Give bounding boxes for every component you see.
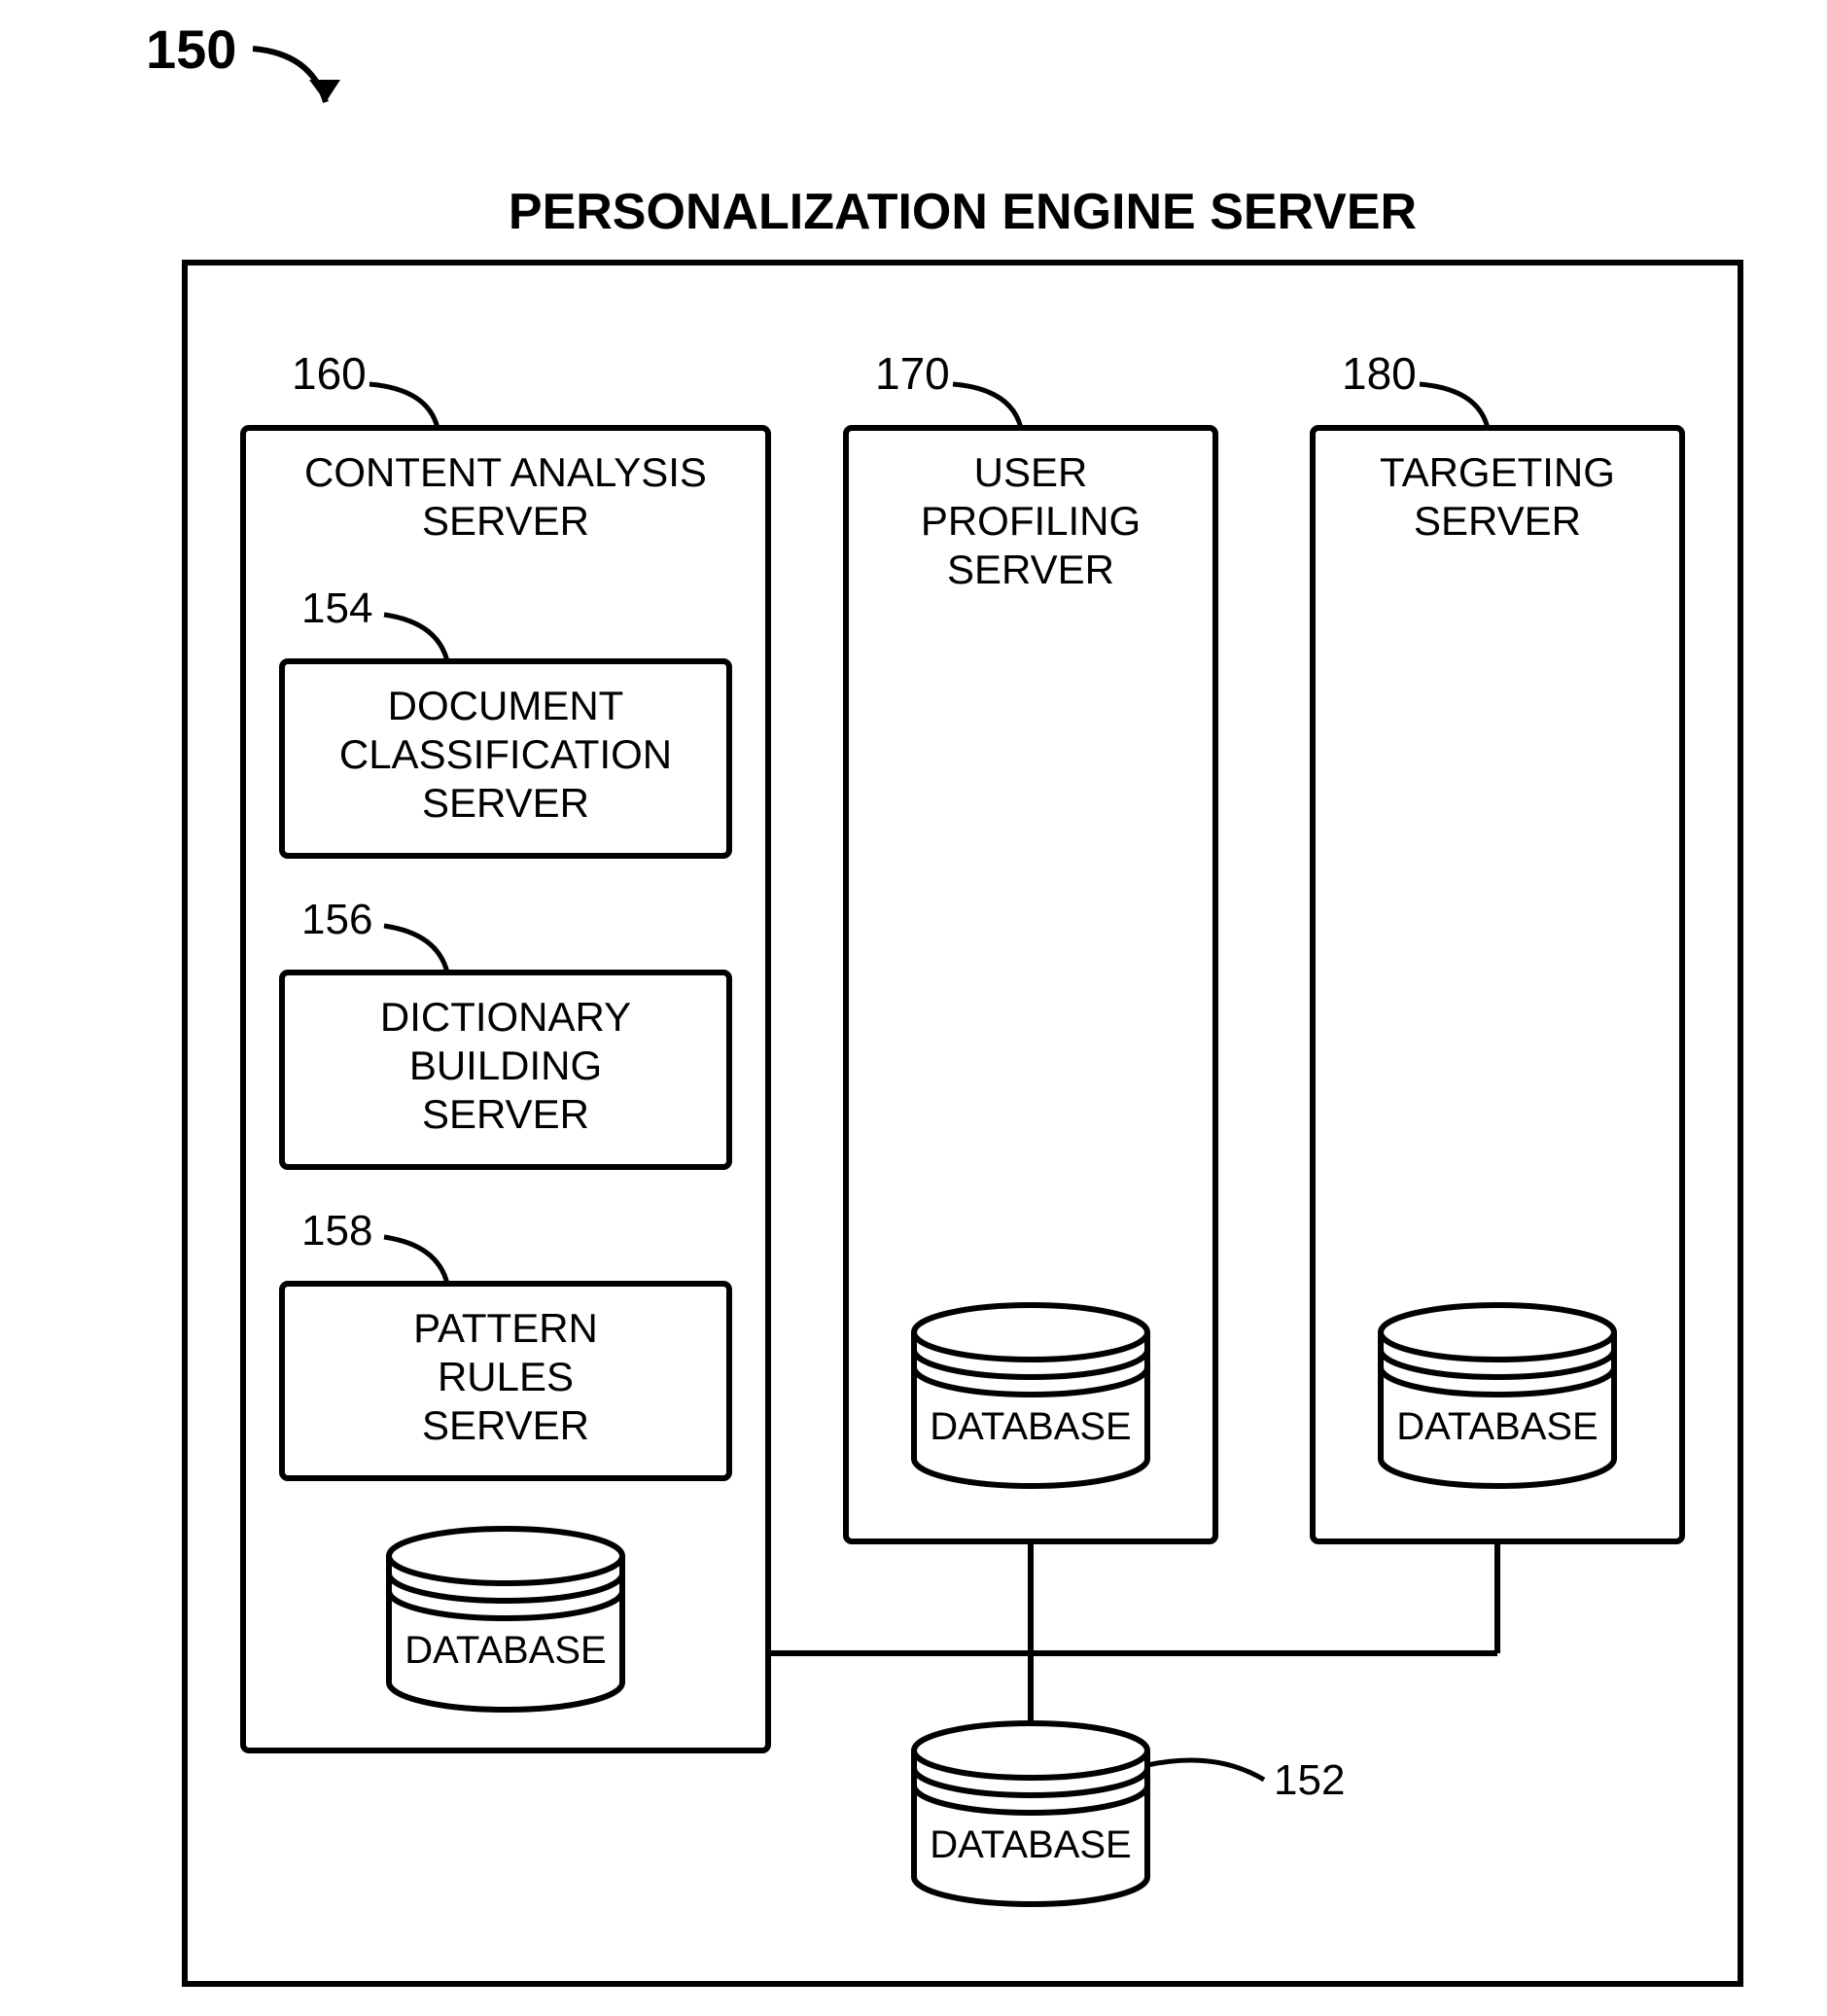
user-profiling-server: 170 USER PROFILING SERVER DATABASE	[846, 348, 1215, 1541]
ref-156-text: 156	[301, 896, 372, 943]
col3-database-label: DATABASE	[1396, 1405, 1598, 1448]
ref-170-text: 170	[875, 348, 950, 399]
ref-150-text: 150	[146, 18, 236, 80]
ref-180-text: 180	[1342, 348, 1417, 399]
ref-170-leader	[953, 384, 1021, 428]
targeting-title-2: SERVER	[1414, 498, 1581, 544]
content-analysis-title-1: CONTENT ANALYSIS	[304, 449, 707, 495]
ref-160-leader	[369, 384, 438, 428]
ref-150-leader	[253, 49, 326, 102]
ref-150: 150	[146, 18, 340, 102]
user-profiling-title-3: SERVER	[947, 547, 1114, 592]
col3-database: DATABASE	[1381, 1305, 1614, 1486]
shared-database-label: DATABASE	[930, 1823, 1131, 1866]
dictionary-building-l2: BUILDING	[409, 1043, 602, 1088]
doc-classification-l1: DOCUMENT	[388, 683, 624, 728]
ref-150-arrowhead	[309, 80, 340, 102]
ref-180-leader	[1420, 384, 1488, 428]
pattern-rules-l1: PATTERN	[413, 1305, 598, 1351]
pattern-rules-l2: RULES	[438, 1354, 574, 1399]
ref-152-text: 152	[1274, 1756, 1345, 1804]
pattern-rules-l3: SERVER	[422, 1402, 589, 1448]
doc-classification-l3: SERVER	[422, 780, 589, 826]
diagram-root: 150 PERSONALIZATION ENGINE SERVER 160 CO…	[0, 0, 1827, 2016]
dictionary-building-l1: DICTIONARY	[380, 994, 631, 1040]
user-profiling-title-1: USER	[974, 449, 1088, 495]
ref-158-text: 158	[301, 1207, 372, 1255]
ref-154-text: 154	[301, 584, 372, 632]
col1-database: DATABASE	[389, 1529, 622, 1710]
ref-152-leader	[1147, 1760, 1264, 1780]
dictionary-building-l3: SERVER	[422, 1091, 589, 1137]
connectors	[768, 1541, 1497, 1721]
col2-database-label: DATABASE	[930, 1405, 1131, 1448]
content-analysis-server: 160 CONTENT ANALYSIS SERVER 154 DOCUMENT…	[243, 348, 768, 1751]
targeting-server: 180 TARGETING SERVER DATABASE	[1313, 348, 1682, 1541]
ref-160-text: 160	[292, 348, 367, 399]
targeting-title-1: TARGETING	[1380, 449, 1615, 495]
main-title: PERSONALIZATION ENGINE SERVER	[509, 184, 1417, 240]
doc-classification-l2: CLASSIFICATION	[339, 731, 672, 777]
col2-database: DATABASE	[914, 1305, 1147, 1486]
col1-database-label: DATABASE	[404, 1629, 606, 1672]
shared-database: DATABASE 152	[914, 1723, 1345, 1904]
user-profiling-title-2: PROFILING	[921, 498, 1141, 544]
content-analysis-title-2: SERVER	[422, 498, 589, 544]
